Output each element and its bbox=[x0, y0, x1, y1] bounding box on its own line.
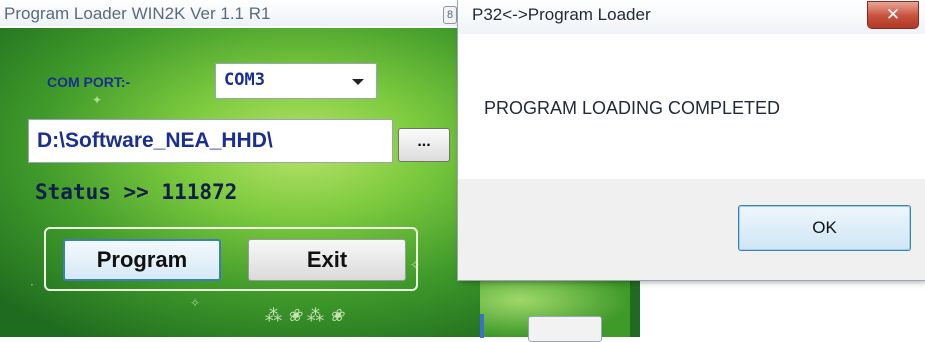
dialog-message: PROGRAM LOADING COMPLETED bbox=[484, 98, 781, 118]
sparkle-decoration: ✦ bbox=[92, 93, 103, 107]
file-path-input[interactable]: D:\Software_NEA_HHD\ bbox=[28, 119, 393, 163]
close-icon: ✕ bbox=[885, 5, 901, 25]
ok-button[interactable]: OK bbox=[738, 205, 911, 251]
exit-button[interactable]: Exit bbox=[248, 239, 406, 281]
file-path-value: D:\Software_NEA_HHD\ bbox=[37, 129, 273, 152]
chevron-down-icon[interactable] bbox=[352, 79, 364, 85]
action-button-group: Program Exit bbox=[44, 227, 418, 291]
message-dialog: P32<->Program Loader ✕ PROGRAM LOADING C… bbox=[458, 0, 925, 280]
program-button[interactable]: Program bbox=[63, 239, 221, 281]
browse-button[interactable]: ... bbox=[398, 128, 450, 162]
dialog-titlebar[interactable]: P32<->Program Loader ✕ bbox=[458, 0, 925, 34]
logo-script-decoration: ⁂ ❀ ⁂ ❀ bbox=[265, 306, 344, 326]
panel-divider bbox=[480, 314, 484, 338]
dialog-footer: OK bbox=[458, 179, 925, 280]
background-button[interactable] bbox=[528, 316, 602, 342]
loader-titlebar-button[interactable]: 8 bbox=[443, 6, 457, 24]
com-port-value: COM3 bbox=[224, 70, 265, 90]
sparkle-decoration: ✧ bbox=[190, 296, 201, 310]
com-port-select[interactable]: COM3 bbox=[215, 63, 377, 99]
com-port-label: COM PORT:- bbox=[47, 74, 131, 90]
dialog-title: P32<->Program Loader bbox=[472, 5, 651, 24]
dialog-body: PROGRAM LOADING COMPLETED bbox=[458, 34, 925, 179]
background-panel bbox=[480, 280, 630, 342]
status-text: Status >> 111872 bbox=[35, 180, 238, 204]
sparkle-decoration: · bbox=[30, 278, 34, 292]
loader-window-title: Program Loader WIN2K Ver 1.1 R1 bbox=[4, 4, 271, 23]
close-button[interactable]: ✕ bbox=[867, 1, 919, 29]
